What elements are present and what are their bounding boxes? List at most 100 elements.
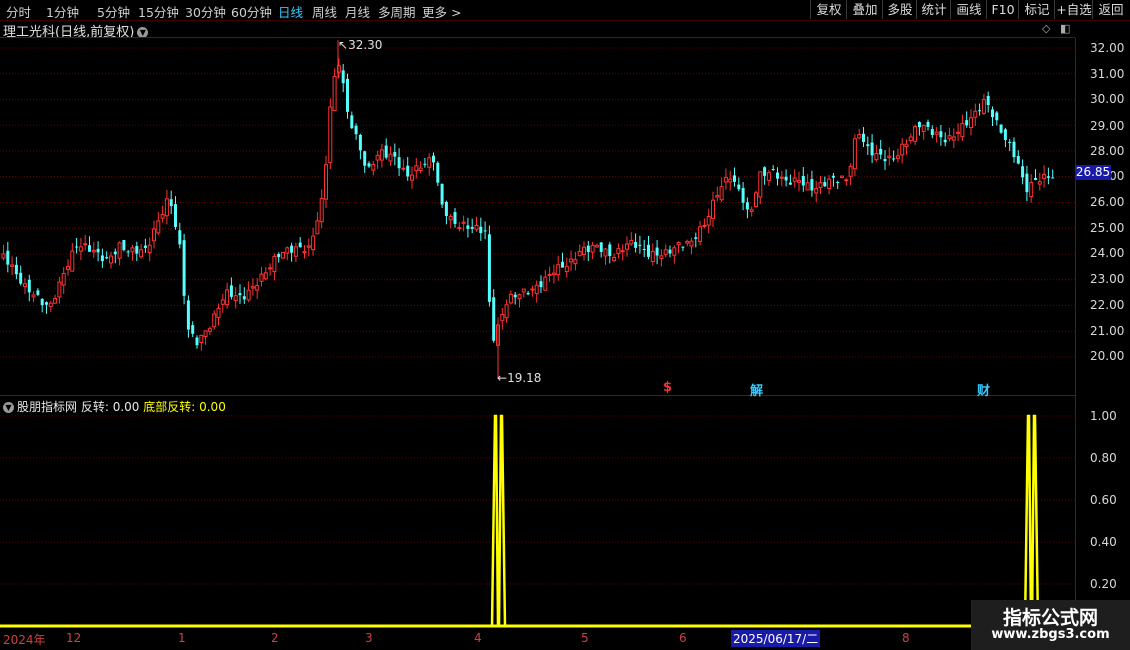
up-candle-body <box>569 258 574 263</box>
up-candle-body <box>324 164 328 200</box>
down-candle-body <box>668 249 672 254</box>
up-candle-body <box>225 289 230 306</box>
tab-fenshi[interactable]: 分时 <box>6 2 31 21</box>
down-candle-body <box>19 272 23 284</box>
chevron-down-icon[interactable]: ▼ <box>3 402 14 413</box>
indicator-tick: 0.80 <box>1090 451 1117 465</box>
f10-button[interactable]: F10 <box>986 0 1019 19</box>
earnings-marker[interactable]: 财 <box>977 380 990 399</box>
add-watchlist-button[interactable]: +自选 <box>1054 0 1093 19</box>
up-candle-body <box>448 216 453 221</box>
up-candle-body <box>805 182 810 191</box>
up-candle-body <box>212 313 217 328</box>
up-candle-body <box>840 175 844 178</box>
indicator-title[interactable]: ▼ 股朋指标网 反转: 0.00 底部反转: 0.00 <box>3 398 226 415</box>
up-candle-body <box>332 75 337 112</box>
down-candle-body <box>939 131 943 138</box>
current-price-tag: 26.85 <box>1075 165 1111 180</box>
up-candle-body <box>590 244 595 253</box>
diamond-icon[interactable]: ◇ <box>1042 22 1050 35</box>
up-candle-body <box>676 242 681 246</box>
up-candle-body <box>797 180 801 183</box>
indicator-tick: 0.60 <box>1090 493 1117 507</box>
arrow-icon: ← <box>497 371 508 385</box>
down-candle-body <box>363 151 367 166</box>
down-candle-body <box>242 296 246 300</box>
up-candle-body <box>259 273 264 282</box>
down-candle-body <box>745 202 749 210</box>
down-candle-body <box>1016 155 1020 164</box>
overlay-button[interactable]: 叠加 <box>846 0 883 19</box>
tab-daily[interactable]: 日线 <box>278 2 303 21</box>
down-candle-body <box>870 142 874 156</box>
down-candle-body <box>995 112 999 121</box>
up-candle-body <box>281 251 285 259</box>
down-candle-body <box>341 70 345 84</box>
down-candle-body <box>771 168 775 170</box>
tab-1min[interactable]: 1分钟 <box>46 2 79 21</box>
up-candle-body <box>1029 182 1034 198</box>
tab-30min[interactable]: 30分钟 <box>185 2 226 21</box>
up-candle-body <box>582 246 586 256</box>
dividend-marker[interactable]: $ <box>663 380 672 395</box>
down-candle-body <box>1046 176 1050 178</box>
up-candle-body <box>246 289 251 301</box>
down-candle-body <box>642 249 646 251</box>
up-candle-body <box>268 267 273 270</box>
up-candle-body <box>160 213 165 219</box>
price-chart[interactable] <box>0 0 1130 650</box>
multi-stock-button[interactable]: 多股 <box>882 0 917 19</box>
down-candle-body <box>810 179 814 191</box>
down-candle-body <box>105 257 109 259</box>
back-button[interactable]: 返回 <box>1092 0 1129 19</box>
up-candle-body <box>766 172 771 181</box>
mark-button[interactable]: 标记 <box>1018 0 1055 19</box>
tab-multi-period[interactable]: 多周期 <box>378 2 416 21</box>
fuquan-button[interactable]: 复权 <box>810 0 847 19</box>
tab-15min[interactable]: 15分钟 <box>138 2 179 21</box>
up-candle-body <box>547 273 552 276</box>
down-candle-body <box>991 109 994 118</box>
tab-60min[interactable]: 60分钟 <box>231 2 272 21</box>
up-candle-body <box>900 143 905 156</box>
tab-more[interactable]: 更多 > <box>422 2 461 21</box>
high-price-label: ↖32.30 <box>338 38 383 52</box>
down-candle-body <box>788 182 792 185</box>
down-candle-body <box>393 152 397 157</box>
tab-5min[interactable]: 5分钟 <box>97 2 130 21</box>
up-candle-body <box>293 246 298 257</box>
up-candle-body <box>401 167 406 170</box>
down-candle-body <box>135 246 139 254</box>
down-candle-body <box>586 245 590 253</box>
down-candle-body <box>892 158 896 160</box>
tab-monthly[interactable]: 月线 <box>345 2 370 21</box>
price-tick: 32.00 <box>1090 41 1125 55</box>
up-candle-body <box>207 328 212 332</box>
down-candle-body <box>1003 129 1007 140</box>
down-candle-body <box>733 175 736 182</box>
price-tick: 31.00 <box>1090 67 1125 81</box>
date-tick: 8 <box>902 631 910 645</box>
split-panel-icon[interactable]: ◧ <box>1060 22 1070 35</box>
date-tick: 12 <box>66 631 82 645</box>
down-candle-body <box>823 182 827 187</box>
down-candle-body <box>277 253 281 258</box>
price-tick: 26.00 <box>1090 195 1125 209</box>
draw-line-button[interactable]: 画线 <box>950 0 987 19</box>
up-candle-body <box>504 304 509 319</box>
up-candle-body <box>203 330 208 338</box>
up-candle-body <box>117 242 122 259</box>
down-candle-body <box>741 188 745 203</box>
down-candle-body <box>836 182 840 184</box>
down-candle-body <box>638 244 642 246</box>
up-candle-body <box>199 334 204 344</box>
down-candle-body <box>483 230 487 232</box>
stats-button[interactable]: 统计 <box>916 0 951 19</box>
unlock-marker[interactable]: 解 <box>750 380 763 399</box>
up-candle-body <box>814 187 819 194</box>
up-candle-body <box>702 224 707 227</box>
date-axis[interactable]: 2024年 12 1 2 3 4 5 6 2025/06/17/二 8 <box>0 628 1075 650</box>
down-candle-body <box>1051 177 1055 179</box>
up-candle-body <box>706 216 711 226</box>
tab-weekly[interactable]: 周线 <box>312 2 337 21</box>
